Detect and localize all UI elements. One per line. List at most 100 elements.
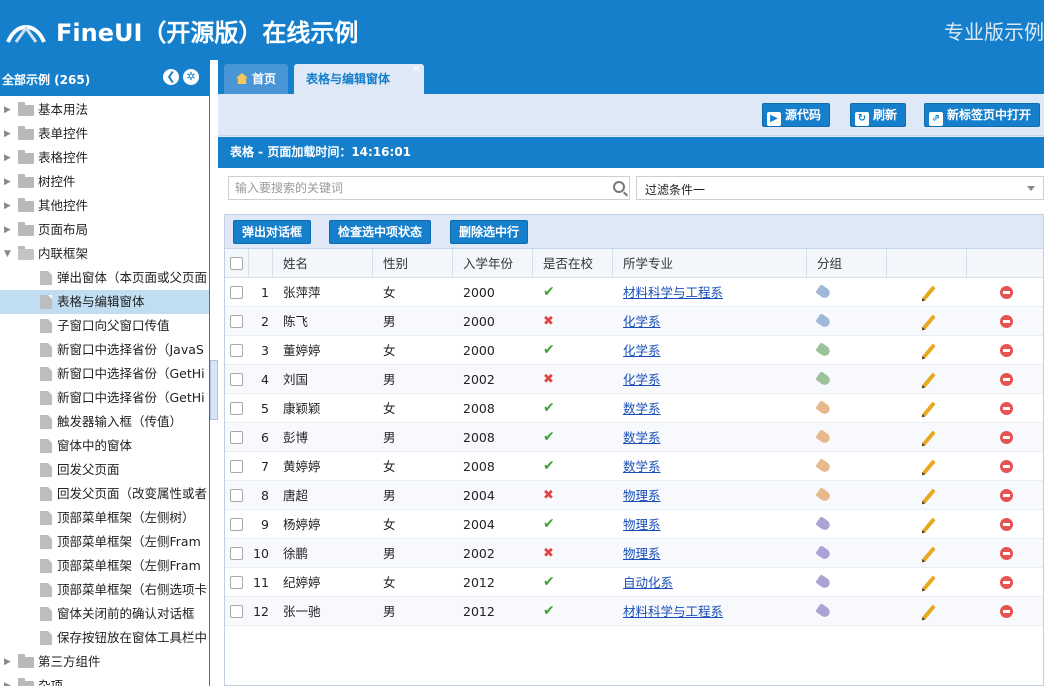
row-checkbox[interactable] xyxy=(230,344,243,357)
sidebar-item[interactable]: ▶ 其他控件 xyxy=(0,194,209,218)
tab-grid-edit-window[interactable]: 表格与编辑窗体 × xyxy=(294,62,424,94)
row-checkbox[interactable] xyxy=(230,373,243,386)
close-icon[interactable]: × xyxy=(412,54,421,84)
header-group[interactable]: 分组 xyxy=(807,249,887,278)
table-row[interactable]: 10 徐鹏 男 2002 ✖ 物理系 xyxy=(225,539,1043,568)
search-input[interactable] xyxy=(229,177,609,199)
sidebar-item[interactable]: 顶部菜单框架（左侧Fram xyxy=(0,554,209,578)
chevron-right-icon[interactable]: ▶ xyxy=(4,218,12,242)
delete-icon[interactable] xyxy=(1000,460,1013,473)
table-row[interactable]: 4 刘国 男 2002 ✖ 化学系 xyxy=(225,365,1043,394)
edit-icon[interactable] xyxy=(922,343,936,359)
major-link[interactable]: 数学系 xyxy=(623,452,661,481)
major-link[interactable]: 材料科学与工程系 xyxy=(623,278,723,307)
sidebar-item[interactable]: 保存按钮放在窗体工具栏中 xyxy=(0,626,209,650)
check-selection-button[interactable]: 检查选中项状态 xyxy=(329,220,432,244)
chevron-right-icon[interactable]: ▶ xyxy=(4,146,12,170)
edit-icon[interactable] xyxy=(922,430,936,446)
delete-icon[interactable] xyxy=(1000,344,1013,357)
sidebar-item[interactable]: 回发父页面 xyxy=(0,458,209,482)
gear-icon[interactable]: ✲ xyxy=(183,69,199,85)
header-gender[interactable]: 性别 xyxy=(373,249,453,278)
sidebar-item[interactable]: 窗体关闭前的确认对话框 xyxy=(0,602,209,626)
edit-icon[interactable] xyxy=(922,459,936,475)
sidebar-item[interactable]: 新窗口中选择省份（GetHi xyxy=(0,386,209,410)
edit-icon[interactable] xyxy=(922,488,936,504)
delete-icon[interactable] xyxy=(1000,286,1013,299)
open-new-tab-button[interactable]: ⇗ 新标签页中打开 xyxy=(924,103,1041,127)
edit-icon[interactable] xyxy=(922,285,936,301)
sidebar-item[interactable]: ▶ 表格控件 xyxy=(0,146,209,170)
table-row[interactable]: 9 杨婷婷 女 2004 ✔ 物理系 xyxy=(225,510,1043,539)
search-icon[interactable] xyxy=(613,181,625,193)
table-row[interactable]: 11 纪婷婷 女 2012 ✔ 自动化系 xyxy=(225,568,1043,597)
sidebar-item[interactable]: 新窗口中选择省份（JavaS xyxy=(0,338,209,362)
chevron-down-icon[interactable]: ▼ xyxy=(4,242,12,266)
delete-icon[interactable] xyxy=(1000,576,1013,589)
edit-icon[interactable] xyxy=(922,372,936,388)
sidebar-item[interactable]: ▶ 第三方组件 xyxy=(0,650,209,674)
sidebar-item[interactable]: 顶部菜单框架（左侧Fram xyxy=(0,530,209,554)
major-link[interactable]: 自动化系 xyxy=(623,568,673,597)
chevron-right-icon[interactable]: ▶ xyxy=(4,650,12,674)
delete-icon[interactable] xyxy=(1000,373,1013,386)
major-link[interactable]: 物理系 xyxy=(623,481,661,510)
chevron-right-icon[interactable]: ▶ xyxy=(4,98,12,122)
row-checkbox[interactable] xyxy=(230,402,243,415)
row-checkbox[interactable] xyxy=(230,315,243,328)
row-checkbox[interactable] xyxy=(230,489,243,502)
table-row[interactable]: 5 康颖颖 女 2008 ✔ 数学系 xyxy=(225,394,1043,423)
major-link[interactable]: 化学系 xyxy=(623,336,661,365)
tab-home[interactable]: 首页 xyxy=(224,64,289,94)
filter-select[interactable]: 过滤条件一 xyxy=(636,176,1044,200)
row-checkbox[interactable] xyxy=(230,286,243,299)
source-code-button[interactable]: ▶ 源代码 xyxy=(762,103,831,127)
sidebar-item[interactable]: 顶部菜单框架（右侧选项卡 xyxy=(0,578,209,602)
table-row[interactable]: 3 董婷婷 女 2000 ✔ 化学系 xyxy=(225,336,1043,365)
sidebar-item[interactable]: ▶ 表单控件 xyxy=(0,122,209,146)
edit-icon[interactable] xyxy=(922,546,936,562)
major-link[interactable]: 材料科学与工程系 xyxy=(623,597,723,626)
row-checkbox[interactable] xyxy=(230,431,243,444)
sidebar-item[interactable]: 新窗口中选择省份（GetHi xyxy=(0,362,209,386)
table-row[interactable]: 12 张一驰 男 2012 ✔ 材料科学与工程系 xyxy=(225,597,1043,626)
delete-icon[interactable] xyxy=(1000,431,1013,444)
header-select-all[interactable] xyxy=(225,249,249,278)
sidebar-item[interactable]: 回发父页面（改变属性或者 xyxy=(0,482,209,506)
table-row[interactable]: 8 唐超 男 2004 ✖ 物理系 xyxy=(225,481,1043,510)
sidebar-item[interactable]: ▶ 树控件 xyxy=(0,170,209,194)
chevron-down-icon[interactable] xyxy=(1027,186,1035,191)
sidebar-item[interactable]: 子窗口向父窗口传值 xyxy=(0,314,209,338)
row-checkbox[interactable] xyxy=(230,547,243,560)
table-row[interactable]: 6 彭博 男 2008 ✔ 数学系 xyxy=(225,423,1043,452)
delete-icon[interactable] xyxy=(1000,605,1013,618)
delete-icon[interactable] xyxy=(1000,402,1013,415)
delete-icon[interactable] xyxy=(1000,518,1013,531)
chevron-right-icon[interactable]: ▶ xyxy=(4,170,12,194)
delete-icon[interactable] xyxy=(1000,315,1013,328)
refresh-button[interactable]: ↻ 刷新 xyxy=(850,103,907,127)
sidebar-item[interactable]: 弹出窗体（本页面或父页面 xyxy=(0,266,209,290)
sidebar-splitter[interactable] xyxy=(210,360,218,420)
sidebar-item[interactable]: ▼ 内联框架 xyxy=(0,242,209,266)
edit-icon[interactable] xyxy=(922,401,936,417)
header-name[interactable]: 姓名 xyxy=(273,249,373,278)
header-major[interactable]: 所学专业 xyxy=(613,249,807,278)
table-row[interactable]: 7 黄婷婷 女 2008 ✔ 数学系 xyxy=(225,452,1043,481)
header-at-school[interactable]: 是否在校 xyxy=(533,249,613,278)
sidebar-item[interactable]: 触发器输入框（传值） xyxy=(0,410,209,434)
header-year[interactable]: 入学年份 xyxy=(453,249,533,278)
sidebar-item[interactable]: ▶ 杂项 xyxy=(0,674,209,686)
table-row[interactable]: 1 张萍萍 女 2000 ✔ 材料科学与工程系 xyxy=(225,278,1043,307)
major-link[interactable]: 化学系 xyxy=(623,365,661,394)
chevron-right-icon[interactable]: ▶ xyxy=(4,122,12,146)
sidebar-item[interactable]: 表格与编辑窗体 xyxy=(0,290,209,314)
row-checkbox[interactable] xyxy=(230,460,243,473)
row-checkbox[interactable] xyxy=(230,518,243,531)
collapse-icon[interactable]: ❮ xyxy=(163,69,179,85)
major-link[interactable]: 数学系 xyxy=(623,423,661,452)
chevron-right-icon[interactable]: ▶ xyxy=(4,674,12,686)
row-checkbox[interactable] xyxy=(230,576,243,589)
delete-selected-button[interactable]: 删除选中行 xyxy=(450,220,529,244)
major-link[interactable]: 物理系 xyxy=(623,510,661,539)
